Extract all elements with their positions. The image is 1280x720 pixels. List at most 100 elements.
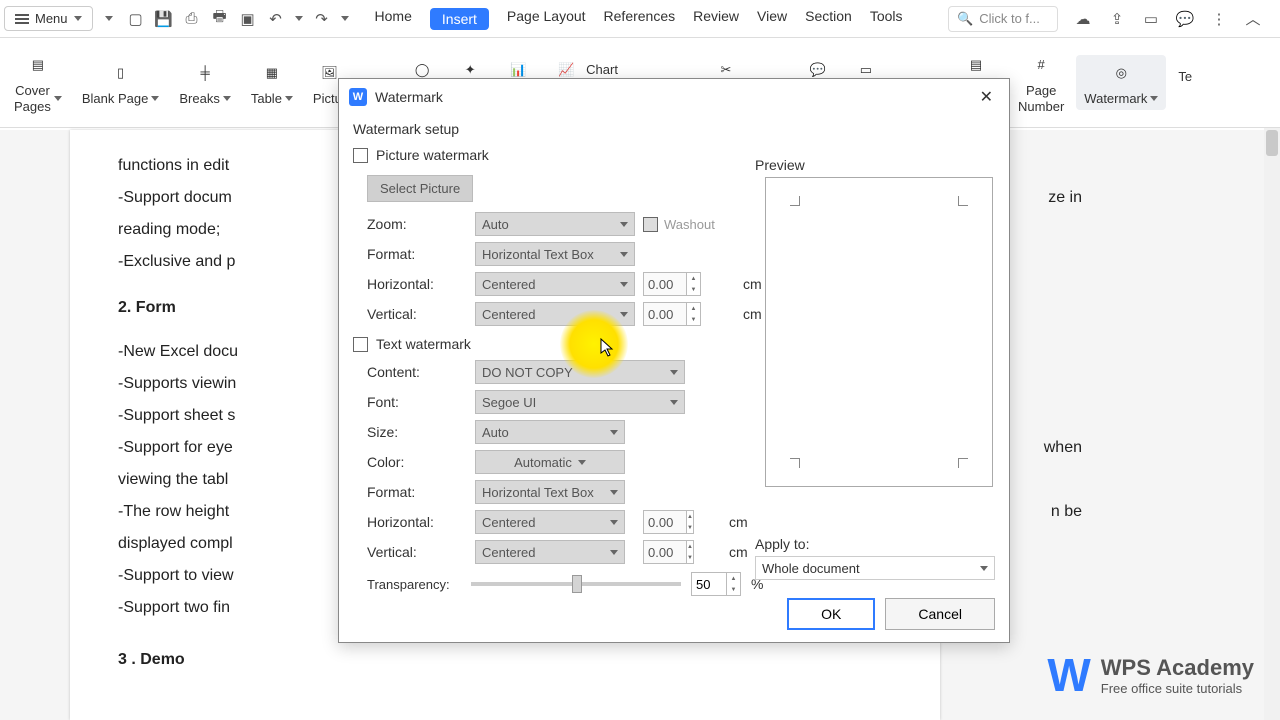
vertical-scrollbar[interactable]	[1264, 128, 1280, 720]
ok-button[interactable]: OK	[787, 598, 875, 630]
t-horizontal-spinner: ▲▼	[643, 510, 691, 534]
ribbon-table[interactable]: ▦ Table	[243, 55, 301, 111]
ribbon-watermark[interactable]: ◎ Watermark	[1076, 55, 1166, 111]
tab-insert[interactable]: Insert	[430, 8, 489, 30]
page-number-icon: #	[1027, 51, 1055, 79]
format-combo: Horizontal Text Box	[475, 242, 635, 266]
chevron-down-icon	[54, 96, 62, 101]
undo-icon[interactable]: ↶	[267, 10, 285, 28]
table-icon: ▦	[258, 59, 286, 87]
transparency-slider[interactable]	[471, 582, 681, 586]
chevron-down-icon	[620, 282, 628, 287]
chevron-down-icon	[620, 222, 628, 227]
window-icon[interactable]: ▭	[1142, 10, 1160, 28]
print-preview-icon[interactable]: ⎙	[183, 10, 201, 28]
cancel-button[interactable]: Cancel	[885, 598, 995, 630]
content-combo: DO NOT COPY	[475, 360, 685, 384]
cursor-icon	[600, 338, 614, 358]
page-icon[interactable]: ▣	[239, 10, 257, 28]
redo-dropdown[interactable]	[341, 16, 349, 21]
preview-box	[765, 177, 993, 487]
transparency-spinner[interactable]: ▲▼	[691, 572, 741, 596]
zoom-combo: Auto	[475, 212, 635, 236]
ribbon-blank-page[interactable]: ▯ Blank Page	[74, 55, 168, 111]
t-format-label: Format:	[367, 484, 467, 500]
open-icon[interactable]: ▢	[127, 10, 145, 28]
menu-button[interactable]: Menu	[4, 6, 93, 31]
brand-name: WPS Academy	[1101, 655, 1254, 681]
doc-line: -Support for eye	[118, 432, 233, 464]
search-icon: 🔍	[957, 11, 973, 27]
redo-icon[interactable]: ↷	[313, 10, 331, 28]
menu-label: Menu	[35, 11, 68, 26]
ribbon-breaks[interactable]: ╪ Breaks	[171, 55, 238, 111]
ribbon-page-number[interactable]: # Page Number	[1010, 47, 1072, 118]
tab-page-layout[interactable]: Page Layout	[507, 8, 586, 30]
quick-access-toolbar: ▢ 💾 ⎙ 🖶 ▣ ↶ ↷	[95, 10, 359, 28]
apply-to-label: Apply to:	[755, 536, 995, 552]
chevron-down-icon	[74, 16, 82, 21]
transparency-label: Transparency:	[367, 577, 461, 592]
comments-icon[interactable]: 💬	[1176, 10, 1194, 28]
ribbon-tabs: Home Insert Page Layout References Revie…	[361, 8, 917, 30]
tab-tools[interactable]: Tools	[870, 8, 903, 30]
breaks-icon: ╪	[191, 59, 219, 87]
search-box[interactable]: 🔍 Click to f...	[948, 6, 1058, 32]
slider-thumb[interactable]	[572, 575, 582, 593]
dialog-title: Watermark	[375, 89, 443, 105]
ribbon-te[interactable]: Te	[1170, 65, 1200, 101]
cloud-icon[interactable]: ☁	[1074, 10, 1092, 28]
chevron-down-icon	[285, 96, 293, 101]
picture-watermark-checkbox[interactable]	[353, 148, 368, 163]
picture-watermark-label: Picture watermark	[376, 147, 489, 163]
blank-page-icon: ▯	[107, 59, 135, 87]
preview-panel: Preview	[755, 157, 995, 487]
unit-cm: cm	[729, 544, 755, 560]
print-icon[interactable]: 🖶	[211, 10, 229, 28]
tab-review[interactable]: Review	[693, 8, 739, 30]
text-watermark-checkbox[interactable]	[353, 337, 368, 352]
search-placeholder: Click to f...	[979, 11, 1040, 26]
apply-to-combo[interactable]: Whole document	[755, 556, 995, 580]
hamburger-icon	[15, 14, 29, 24]
qat-dropdown[interactable]	[105, 16, 113, 21]
t-horizontal-combo: Centered	[475, 510, 625, 534]
select-picture-button: Select Picture	[367, 175, 473, 202]
doc-fragment: ze in	[1048, 182, 1082, 214]
content-label: Content:	[367, 364, 467, 380]
doc-fragment: n be	[1051, 496, 1082, 528]
apply-to-row: Apply to: Whole document	[755, 536, 995, 580]
section-header: Watermark setup	[353, 119, 995, 143]
undo-dropdown[interactable]	[295, 16, 303, 21]
t-horizontal-label: Horizontal:	[367, 514, 467, 530]
doc-line: -Support docum	[118, 189, 232, 206]
save-icon[interactable]: 💾	[155, 10, 173, 28]
tab-references[interactable]: References	[604, 8, 676, 30]
preview-label: Preview	[755, 157, 995, 177]
more-icon[interactable]: ⋮	[1210, 10, 1228, 28]
washout-label: Washout	[664, 217, 715, 232]
tab-section[interactable]: Section	[805, 8, 852, 30]
close-button[interactable]: ✕	[974, 85, 999, 109]
ribbon-cover-pages[interactable]: ▤ Cover Pages	[6, 47, 70, 118]
chevron-down-icon	[620, 252, 628, 257]
dialog-footer: Apply to: Whole document OK Cancel	[353, 598, 995, 630]
crop-mark	[790, 196, 800, 206]
dialog-titlebar[interactable]: W Watermark ✕	[339, 79, 1009, 115]
font-label: Font:	[367, 394, 467, 410]
horizontal-combo: Centered	[475, 272, 635, 296]
dialog-body: Watermark setup Picture watermark Select…	[339, 115, 1009, 642]
text-watermark-label: Text watermark	[376, 336, 471, 352]
crop-mark	[958, 196, 968, 206]
t-vertical-spinner: ▲▼	[643, 540, 691, 564]
chevron-down-icon	[610, 550, 618, 555]
collapse-ribbon-icon[interactable]: ︿	[1244, 10, 1262, 28]
tab-home[interactable]: Home	[375, 8, 412, 30]
scrollbar-thumb[interactable]	[1266, 130, 1278, 156]
t-vertical-label: Vertical:	[367, 544, 467, 560]
app-icon: W	[349, 88, 367, 106]
share-icon[interactable]: ⇪	[1108, 10, 1126, 28]
size-combo: Auto	[475, 420, 625, 444]
chevron-down-icon	[980, 566, 988, 571]
tab-view[interactable]: View	[757, 8, 787, 30]
